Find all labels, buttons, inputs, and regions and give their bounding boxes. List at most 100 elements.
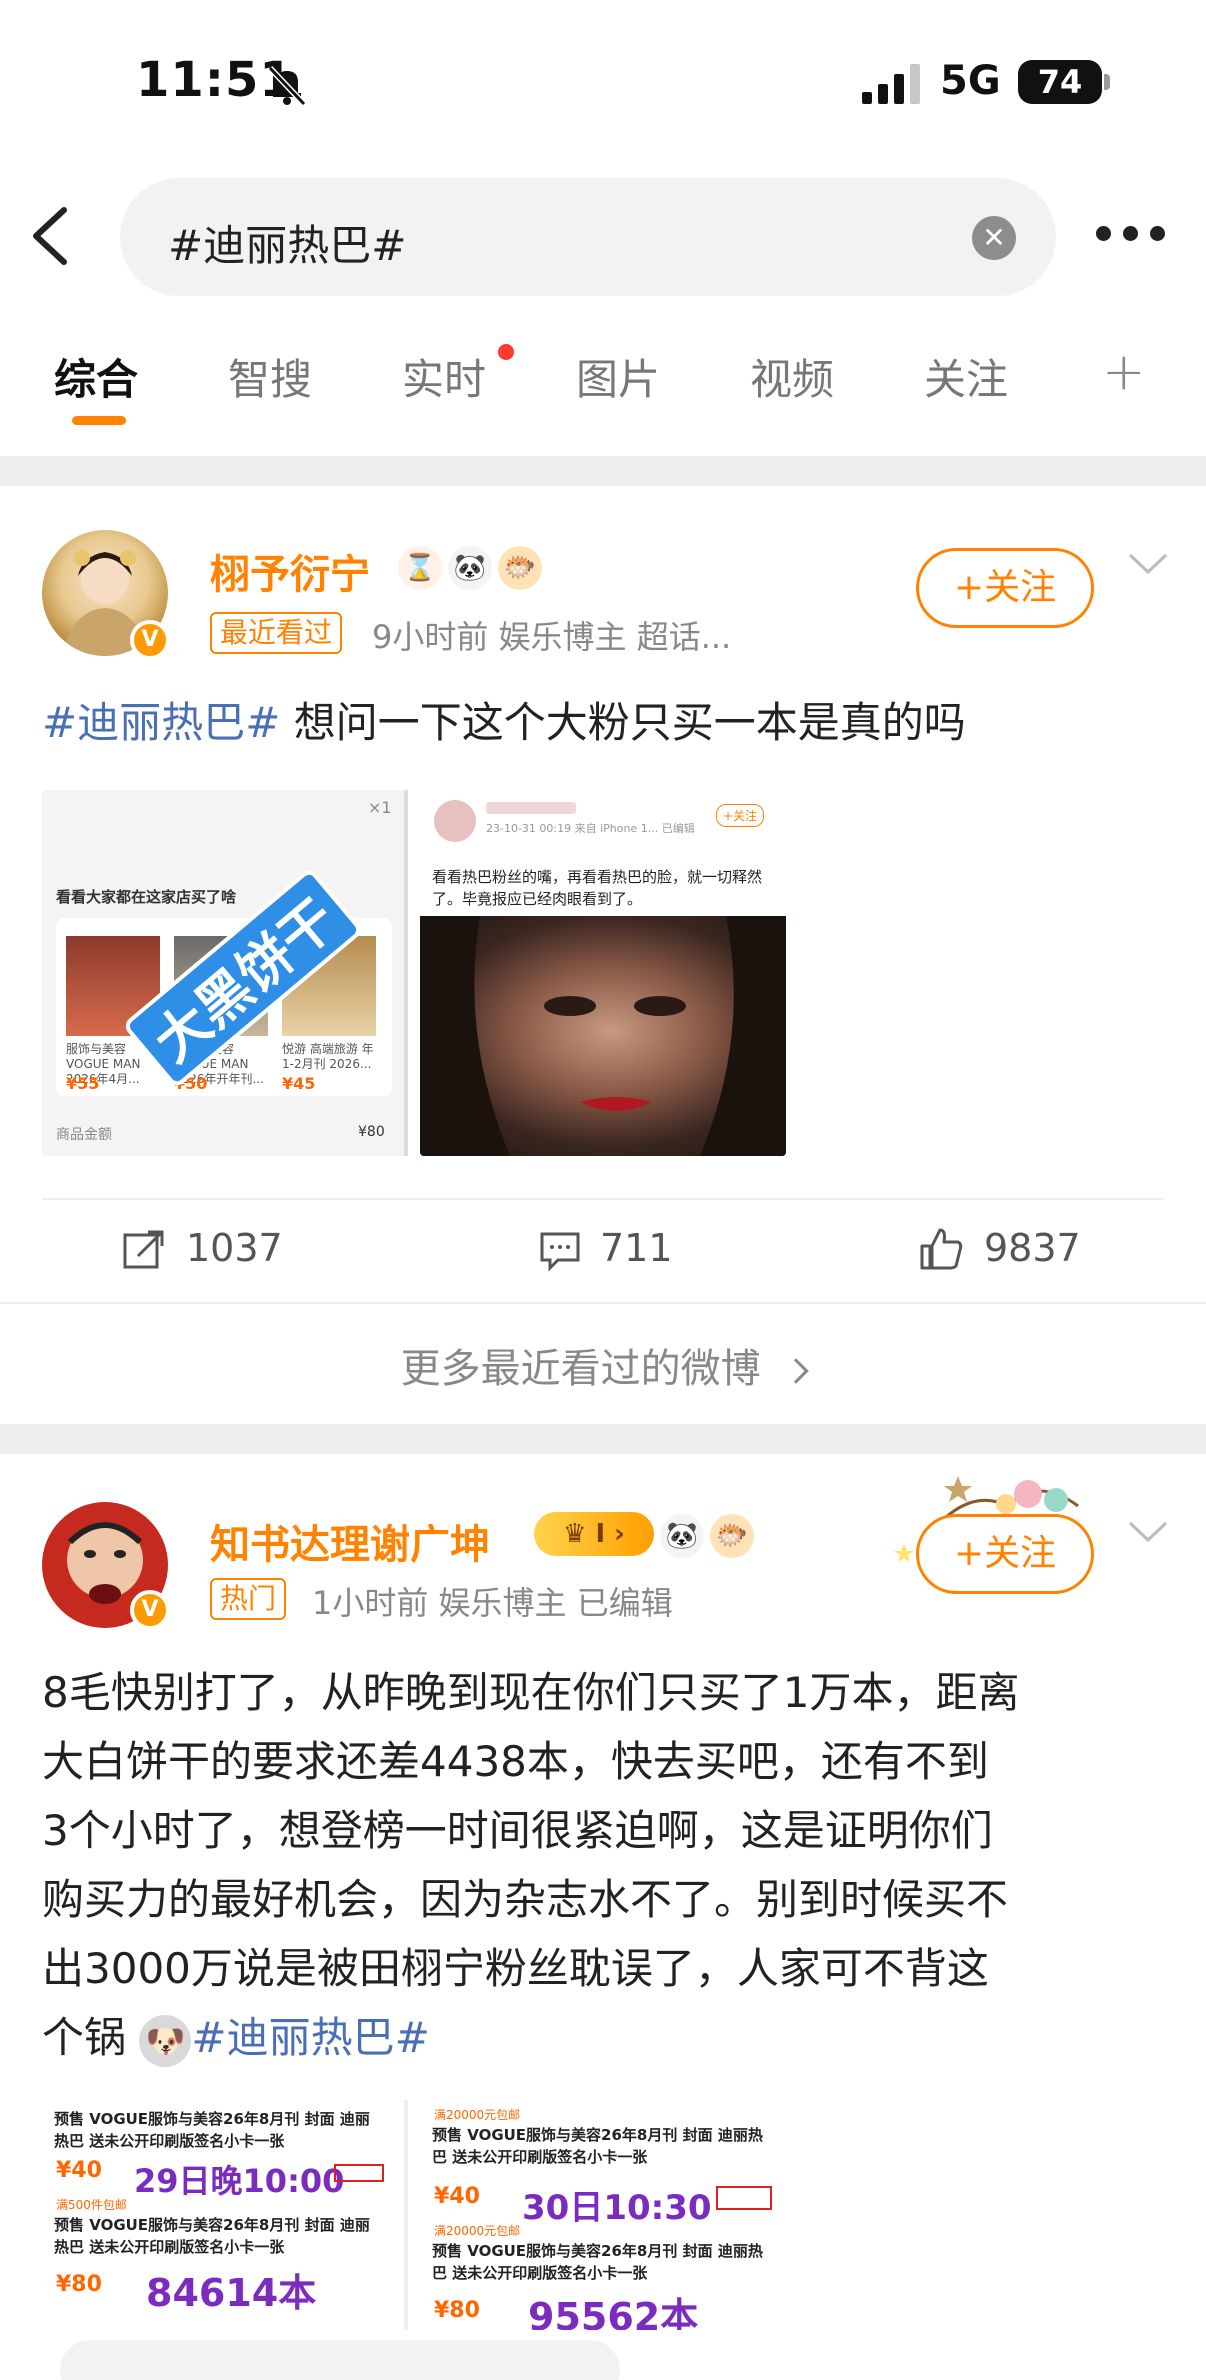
post-image[interactable]: ×1 看看大家都在这家店买了啥 服饰与美容VOGUE MAN 2026年4月..… [42,790,406,1156]
divider [42,1198,1164,1200]
chevron-right-icon [783,1358,810,1384]
product-price: ¥80 [434,2298,480,2323]
sale-time: 29日晚10:00 [134,2162,345,2200]
hashtag-link[interactable]: #迪丽热巴# [191,2013,429,2062]
add-tab-icon[interactable]: + [1102,342,1146,402]
product-price: ¥55 [66,1074,100,1093]
username[interactable]: 知书达理谢广坤 [210,1512,490,1570]
verified-badge-icon: V [130,1590,170,1630]
battery-nub [1104,74,1110,90]
product-title: 预售 VOGUE服饰与美容26年8月刊 封面 迪丽热巴 送未公开印刷版签名小卡一… [432,2126,763,2166]
share-count[interactable]: 1037 [186,1226,283,1270]
follow-button-mini: +关注 [716,804,765,827]
signal-icon [862,64,920,104]
verified-badge-icon: V [130,620,170,660]
post-body: 想问一下这个大粉只买一本是真的吗 [280,698,966,747]
product-price: ¥80 [56,2272,102,2297]
section-separator [0,456,1206,486]
close-mark: ×1 [368,798,392,817]
sold-count-box [716,2186,772,2210]
post-line: 出3000万说是被田栩宁粉丝耽误了，人家可不背这 [42,1944,989,1993]
realtime-notification-dot [498,344,514,360]
sold-count-box [334,2164,384,2182]
product-title: 预售 VOGUE服饰与美容26年8月刊 封面 迪丽热巴 送未公开印刷版签名小卡一… [432,2242,763,2282]
like-icon[interactable] [918,1226,964,1272]
sales-count: 95562本 [528,2295,699,2330]
post-meta: 1小时前 娱乐博主 已编辑 [312,1584,673,1622]
post-image[interactable]: 预售 VOGUE服饰与美容26年8月刊 封面 迪丽热巴 送未公开印刷版签名小卡一… [42,2100,406,2330]
section-separator [0,1424,1206,1454]
product-title: 预售 VOGUE服饰与美容26年8月刊 封面 迪丽热巴 送未公开印刷版签名小卡一… [54,2216,370,2256]
status-bar: 11:51 5G 74 [0,0,1206,160]
bell-muted-icon [267,65,307,107]
product-price: ¥40 [434,2184,480,2209]
tab-realtime[interactable]: 实时 [402,346,486,407]
post-text: #迪丽热巴# 想问一下这个大粉只买一本是真的吗 [42,688,966,757]
face-illustration [420,916,786,1156]
tab-comprehensive[interactable]: 综合 [54,346,138,407]
username[interactable]: 栩予衍宁 [210,542,370,600]
crown-level-icon: ♛ I › [534,1512,654,1556]
follow-button[interactable]: +关注 [916,548,1094,628]
share-icon[interactable] [122,1228,166,1272]
product-price: ¥40 [56,2158,102,2183]
avatar [434,800,476,842]
active-tab-indicator [72,416,126,425]
product-price: ¥45 [282,1074,316,1093]
chevron-down-icon[interactable] [1128,552,1168,576]
panda-icon: 🐼 [660,1514,704,1558]
footer-value: ¥80 [358,1124,385,1140]
network-label: 5G [940,58,1001,104]
sale-time: 30日10:30 [522,2188,712,2228]
hot-tag: 热门 [210,1578,287,1620]
hashtag-link[interactable]: #迪丽热巴# [42,698,280,747]
comment-count[interactable]: 711 [600,1226,673,1270]
recently-viewed-tag: 最近看过 [210,612,343,654]
hourglass-icon: ⌛ [398,546,442,590]
tab-bar: 综合 智搜 实时 图片 视频 关注 + [0,336,1206,456]
search-input[interactable]: #迪丽热巴# ✕ [120,178,1056,296]
fish-icon: 🐡 [498,546,542,590]
image-post-meta: 23-10-31 00:19 来自 iPhone 1... 已编辑 [486,822,695,835]
more-options-icon[interactable] [1096,226,1166,246]
fish-icon: 🐡 [710,1514,754,1558]
blurred-username [486,802,576,814]
post-image[interactable]: 满20000元包邮 预售 VOGUE服饰与美容26年8月刊 封面 迪丽热巴 送未… [420,2100,786,2330]
battery-icon: 74 [1018,60,1102,104]
tab-videos[interactable]: 视频 [750,346,834,407]
like-count[interactable]: 9837 [984,1226,1081,1270]
chevron-down-icon[interactable] [1128,1520,1168,1544]
sales-count: 84614本 [146,2271,317,2315]
bottom-toolbar [0,2330,1206,2380]
post-line: 大白饼干的要求还差4438本，快去买吧，还有不到 [42,1737,989,1786]
promo-label: 满500件包邮 [56,2198,127,2212]
post-line: 8毛快别打了，从昨晚到现在你们只买了1万本，距离 [42,1668,1020,1717]
tab-smart-search[interactable]: 智搜 [228,346,312,407]
clear-search-icon[interactable]: ✕ [972,216,1016,260]
footer-label: 商品金额 [56,1127,112,1143]
search-query[interactable]: #迪丽热巴# [168,212,406,273]
post-text: 8毛快别打了，从昨晚到现在你们只买了1万本，距离 大白饼干的要求还差4438本，… [42,1658,1182,2072]
more-recently-viewed-link[interactable]: 更多最近看过的微博 [0,1336,1206,1394]
product-title: 预售 VOGUE服饰与美容26年8月刊 封面 迪丽热巴 送未公开印刷版签名小卡一… [54,2110,370,2150]
tab-images[interactable]: 图片 [576,346,660,407]
panda-icon: 🐼 [448,546,492,590]
back-arrow-icon[interactable] [28,206,78,266]
follow-button[interactable]: +关注 [916,1514,1094,1594]
doge-emoji-icon: 🐶 [139,2014,192,2067]
post-line: 购买力的最好机会，因为杂志水不了。别到时候买不 [42,1875,1009,1924]
battery-level: 74 [1037,63,1083,101]
image-gap [404,2100,408,2330]
promo-label: 满20000元包邮 [434,2108,521,2122]
comment-icon[interactable] [538,1228,582,1272]
post-line-prefix: 个锅 [42,2013,127,2062]
post-meta: 9小时前 娱乐博主 超话... [372,618,732,656]
product-title: 悦游 高端旅游 年1-2月刊 2026... [282,1042,374,1071]
post-image[interactable]: +关注 23-10-31 00:19 来自 iPhone 1... 已编辑 看看… [420,790,786,1156]
divider [0,1302,1206,1304]
comment-input[interactable] [60,2340,620,2380]
tab-following[interactable]: 关注 [924,346,1008,407]
more-link-label: 更多最近看过的微博 [400,1346,761,1392]
face-photo [420,916,786,1156]
promo-label: 满20000元包邮 [434,2224,521,2238]
